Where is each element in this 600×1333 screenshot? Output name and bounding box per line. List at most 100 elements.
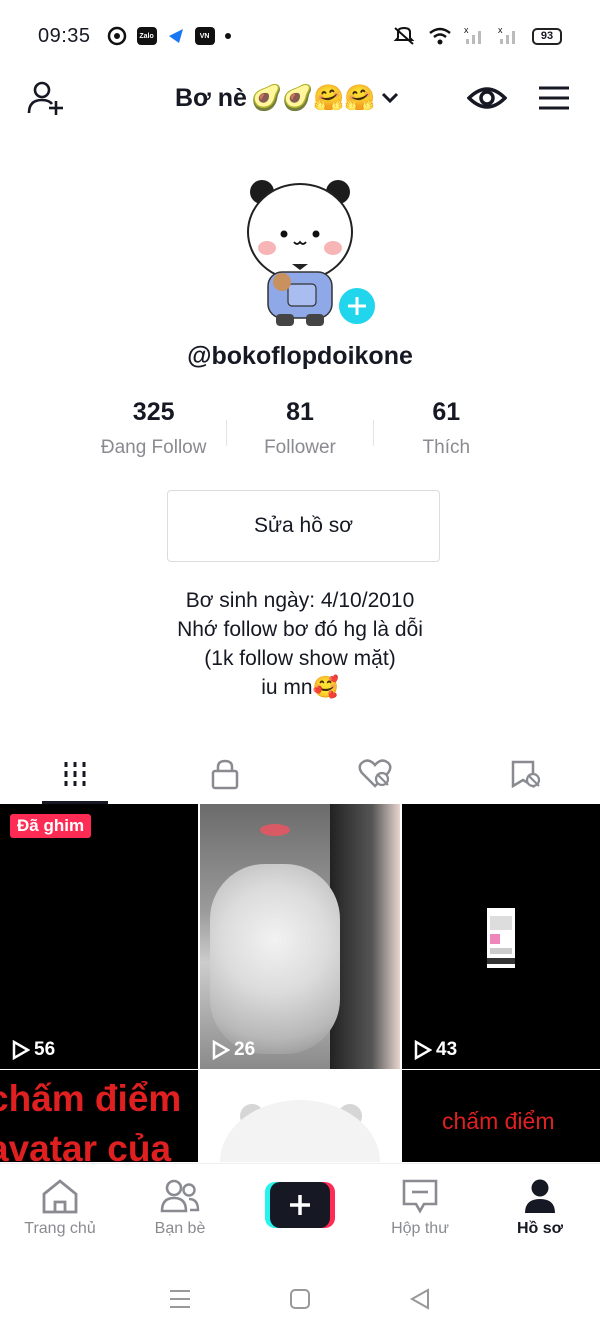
view-count-value: 43 [436, 1039, 458, 1060]
nav-profile-label: Hồ sơ [516, 1220, 564, 1237]
title-emojis: 🥑🥑🤗🤗 [250, 83, 376, 112]
profile-views-button[interactable] [466, 78, 508, 118]
bio-line: Nhớ follow bơ đó hg là dỗi [177, 618, 423, 641]
nav-friends-label: Bạn bè [154, 1220, 206, 1237]
hamburger-icon [539, 86, 569, 110]
status-bar: 09:35 Zalo VN x x 93 [0, 0, 600, 72]
status-indicators: x x 93 [392, 26, 562, 46]
nav-inbox-label: Hộp thư [391, 1220, 449, 1237]
tab-private[interactable] [150, 744, 300, 804]
wifi-icon [429, 27, 451, 45]
bio-line: iu mn🥰 [261, 676, 339, 699]
profile-icon [525, 1179, 555, 1213]
bio-line: Bơ sinh ngày: 4/10/2010 [185, 589, 415, 612]
video-thumbnail[interactable]: chấm điểm avatar của [0, 1070, 198, 1162]
nav-inbox[interactable]: Hộp thư [360, 1164, 480, 1263]
view-count: 26 [212, 1039, 255, 1061]
status-app-icons: Zalo VN [107, 26, 231, 46]
thumbnail-lips [260, 824, 290, 836]
create-plus-icon [270, 1182, 330, 1228]
tab-favorites[interactable] [450, 744, 600, 804]
grid-icon [64, 762, 86, 786]
play-icon [212, 1040, 230, 1060]
system-navigation [0, 1264, 600, 1333]
add-user-icon [27, 81, 63, 115]
signal-icon: x [464, 26, 481, 44]
nav-home-label: Trang chủ [24, 1220, 96, 1237]
menu-button[interactable] [534, 78, 574, 118]
video-thumbnail[interactable]: chấm điểm [402, 1070, 600, 1162]
home-icon [42, 1179, 78, 1214]
bio: Bơ sinh ngày: 4/10/2010 Nhớ follow bơ đó… [0, 586, 600, 702]
thumbnail-caption: chấm điểm [0, 1078, 182, 1119]
play-icon [12, 1040, 30, 1060]
thumbnail-cat [210, 864, 340, 1054]
nav-profile[interactable]: Hồ sơ [480, 1164, 600, 1263]
chevron-down-icon [382, 92, 399, 104]
svg-text:x: x [498, 26, 503, 35]
view-count: 43 [414, 1039, 457, 1061]
pinned-badge: Đã ghim [10, 814, 92, 838]
video-thumbnail[interactable]: Đã ghim 56 [0, 804, 198, 1069]
add-friend-button[interactable] [24, 78, 68, 118]
tab-videos[interactable] [0, 744, 150, 804]
video-thumbnail[interactable]: 43 [402, 804, 600, 1069]
heart-hidden-icon [358, 759, 392, 788]
view-count-value: 56 [34, 1039, 56, 1060]
video-grid: Đã ghim 56 26 43 chấm điểm avatar của ch… [0, 804, 600, 1162]
profile-tabs [0, 744, 600, 804]
thumbnail-hair [330, 804, 400, 1069]
followers-count: 81 [286, 398, 314, 426]
friends-icon [160, 1179, 200, 1213]
video-thumbnail[interactable]: 26 [200, 804, 400, 1069]
status-time: 09:35 [38, 24, 91, 47]
create-button[interactable] [265, 1182, 335, 1228]
vn-app-icon: VN [194, 27, 215, 45]
signal-icon-2: x [498, 26, 515, 44]
plus-icon [348, 297, 366, 315]
following-count: 325 [132, 398, 175, 426]
panda-thumbnail [220, 1100, 380, 1162]
zalo-icon: Zalo [136, 27, 157, 45]
edit-profile-button[interactable]: Sửa hồ sơ [167, 490, 440, 562]
following-stat[interactable]: 325 Đang Follow [81, 398, 226, 468]
thumbnail-caption: avatar của [0, 1128, 172, 1162]
nav-friends[interactable]: Bạn bè [120, 1164, 240, 1263]
mute-icon [393, 26, 415, 45]
followers-label: Follower [264, 437, 336, 458]
messenger-icon [168, 29, 183, 43]
tab-liked[interactable] [300, 744, 450, 804]
profile-stats: 325 Đang Follow 81 Follower 61 Thích [81, 398, 519, 468]
phone-screenshot-thumb [487, 908, 515, 968]
nav-home[interactable]: Trang chủ [0, 1164, 120, 1263]
bookmark-hidden-icon [511, 760, 541, 789]
thumbnail-caption: chấm điểm [442, 1108, 555, 1134]
bio-line: (1k follow show mặt) [204, 647, 396, 670]
likes-stat[interactable]: 61 Thích [374, 398, 519, 468]
lock-icon [211, 759, 239, 790]
svg-text:x: x [464, 26, 469, 35]
username: @bokoflopdoikone [187, 342, 413, 370]
video-thumbnail[interactable] [200, 1070, 400, 1162]
view-count: 56 [12, 1039, 55, 1061]
play-icon [414, 1040, 432, 1060]
inbox-icon [402, 1179, 438, 1214]
home-square-icon[interactable] [289, 1288, 311, 1310]
following-label: Đang Follow [100, 437, 207, 458]
page-title: Bơ nè [175, 83, 247, 112]
likes-count: 61 [432, 398, 461, 426]
battery-indicator: 93 [532, 27, 562, 45]
followers-stat[interactable]: 81 Follower [227, 398, 372, 468]
add-avatar-button[interactable] [336, 285, 378, 327]
profile-header: Bơ nè 🥑🥑🤗🤗 [0, 72, 600, 124]
eye-icon [467, 87, 507, 109]
account-switcher[interactable]: Bơ nè 🥑🥑🤗🤗 [175, 82, 401, 114]
back-icon[interactable] [408, 1287, 432, 1311]
view-count-value: 26 [234, 1039, 256, 1060]
likes-label: Thích [422, 437, 471, 458]
notification-dot [224, 33, 231, 39]
recent-apps-icon[interactable] [168, 1288, 192, 1310]
camera-icon [107, 26, 126, 46]
bottom-navigation: Trang chủ Bạn bè Hộp thư Hồ sơ [0, 1163, 600, 1263]
nav-create[interactable] [240, 1164, 360, 1263]
